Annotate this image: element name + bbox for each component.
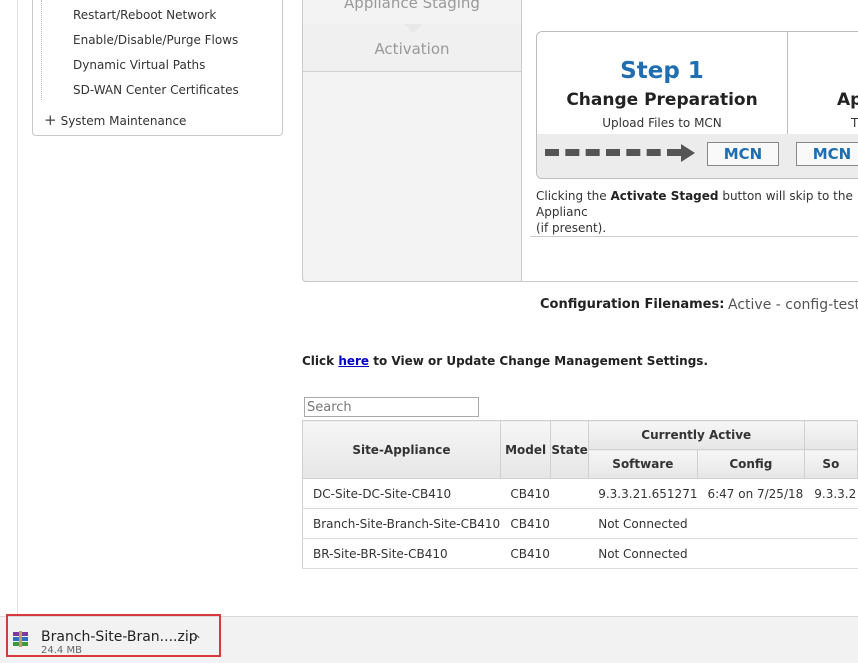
tab-pointer-icon: [404, 24, 422, 33]
change-management-settings-line: Click here to View or Update Change Mana…: [302, 354, 708, 368]
download-filename[interactable]: Branch-Site-Bran....zip: [41, 629, 198, 645]
search-input[interactable]: [304, 397, 479, 417]
cell-site: BR-Site-BR-Site-CB410: [302, 538, 501, 569]
cell-site: Branch-Site-Branch-Site-CB410: [302, 508, 501, 539]
cell-software: Not Connected: [588, 538, 698, 569]
tree-item-label: System Maintenance: [60, 114, 187, 128]
step-1-number: Step 1: [620, 58, 704, 84]
col-config[interactable]: Config: [696, 449, 805, 479]
col-state[interactable]: State: [550, 420, 589, 479]
expand-plus-icon[interactable]: +: [44, 111, 57, 129]
tree-item-sdwan-center-certificates[interactable]: SD-WAN Center Certificates: [73, 83, 239, 97]
mcn-box-step2: MCN: [796, 142, 858, 166]
table-row[interactable]: BR-Site-BR-Site-CB410 CB410 Not Connecte…: [302, 538, 858, 569]
settings-link[interactable]: here: [338, 354, 369, 368]
wizard-step-list: Appliance Staging Activation: [302, 0, 522, 282]
cell-state: [550, 538, 589, 569]
cell-config: [697, 538, 805, 569]
cell-state: [550, 478, 589, 509]
wizard-tab-appliance-staging[interactable]: Appliance Staging: [303, 0, 521, 25]
step-1-subtitle: Upload Files to MCN: [602, 116, 722, 130]
cell-software: Not Connected: [588, 508, 698, 539]
progress-dashed-line: [545, 149, 681, 156]
appliance-table: Site-Appliance Model State Currently Act…: [302, 420, 858, 569]
cell-state: [550, 508, 589, 539]
tree-guide-line: [41, 0, 42, 100]
table-row[interactable]: Branch-Site-Branch-Site-CB410 CB410 Not …: [302, 508, 858, 539]
table-row[interactable]: DC-Site-DC-Site-CB410 CB410 9.3.3.21.651…: [302, 478, 858, 509]
skip-note-prefix: Clicking the: [536, 189, 611, 203]
configuration-filenames-value: Active - config-test1: [728, 297, 858, 313]
configuration-filenames-label: Configuration Filenames:: [540, 297, 725, 312]
click-prefix: Click: [302, 354, 339, 368]
tree-item-restart-reboot-network[interactable]: Restart/Reboot Network: [73, 8, 216, 22]
tree-item-dynamic-virtual-paths[interactable]: Dynamic Virtual Paths: [73, 58, 205, 72]
archive-icon: [13, 631, 28, 647]
skip-note-bold: Activate Staged: [610, 189, 719, 203]
click-suffix: to View or Update Change Management Sett…: [369, 354, 709, 368]
cell-model: CB410: [500, 538, 551, 569]
cell-next-software: 9.3.3.2: [804, 478, 858, 509]
col-group-currently-active: Currently Active: [587, 420, 805, 450]
left-gutter: [0, 0, 18, 616]
tree-item-system-maintenance[interactable]: + System Maintenance: [44, 111, 186, 129]
cell-next-software: [804, 508, 858, 539]
steps-panel: Step 1 Change Preparation Upload Files t…: [536, 31, 858, 179]
chevron-up-icon[interactable]: ⌃: [192, 633, 202, 647]
cell-next-software: [804, 538, 858, 569]
skip-note-line2: (if present).: [536, 221, 607, 235]
download-size: 24.4 MB: [41, 645, 82, 656]
cell-config: [697, 508, 805, 539]
progress-arrow-icon: [681, 144, 695, 162]
cell-model: CB410: [500, 478, 551, 509]
col-group-next: [803, 420, 858, 450]
skip-note: Clicking the Activate Staged button will…: [536, 188, 858, 236]
cell-model: CB410: [500, 508, 551, 539]
step-1-title: Change Preparation: [566, 90, 758, 110]
col-software[interactable]: Software: [587, 449, 698, 479]
tree-item-enable-disable-purge-flows[interactable]: Enable/Disable/Purge Flows: [73, 33, 238, 47]
step-2-subtitle: T: [851, 116, 858, 130]
step-2-title: Ap: [837, 90, 858, 110]
col-next-software[interactable]: So: [803, 449, 858, 479]
mcn-box-step1: MCN: [707, 142, 779, 166]
cell-software: 9.3.3.21.651271: [588, 478, 698, 509]
col-site-appliance[interactable]: Site-Appliance: [302, 420, 501, 479]
cell-config: 6:47 on 7/25/18: [697, 478, 805, 509]
divider: [530, 236, 858, 237]
col-model[interactable]: Model: [499, 420, 552, 479]
cell-site: DC-Site-DC-Site-CB410: [302, 478, 501, 509]
